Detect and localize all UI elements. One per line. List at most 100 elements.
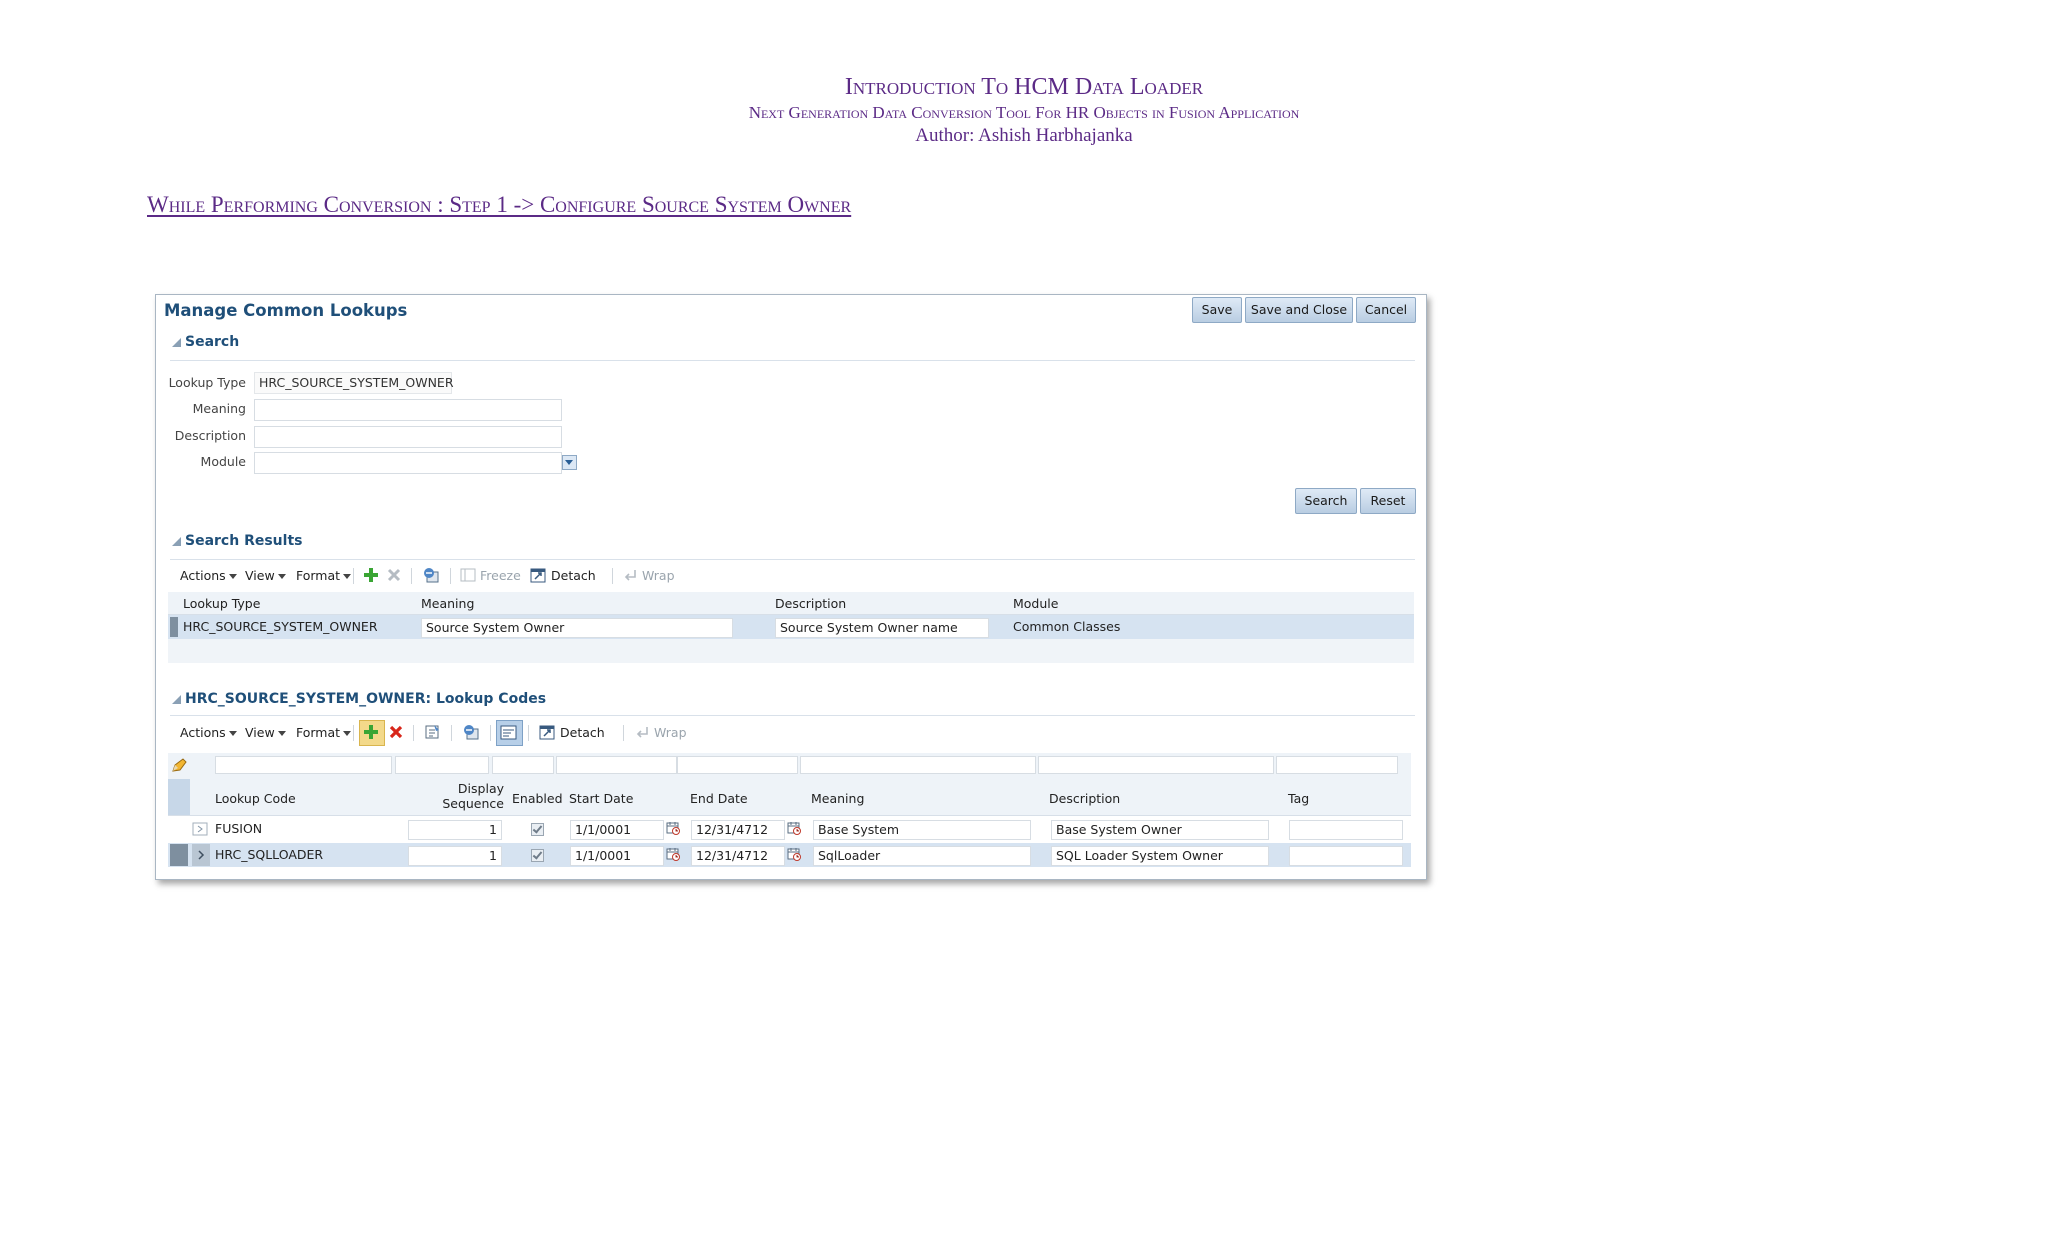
calendar-icon[interactable] bbox=[787, 821, 801, 835]
detach-button[interactable]: Detach bbox=[551, 568, 596, 583]
column-header-module[interactable]: Module bbox=[1013, 596, 1058, 611]
column-header-lookup-code[interactable]: Lookup Code bbox=[215, 791, 296, 806]
meaning-cell[interactable]: Base System bbox=[813, 820, 1031, 840]
meaning-cell[interactable]: Source System Owner bbox=[421, 618, 733, 638]
search-section-header[interactable]: Search bbox=[172, 334, 239, 350]
format-menu[interactable]: Format bbox=[296, 568, 352, 583]
save-button[interactable]: Save bbox=[1192, 297, 1242, 323]
filter-display-sequence[interactable] bbox=[395, 756, 489, 774]
view-menu[interactable]: View bbox=[245, 568, 286, 583]
toolbar-separator bbox=[528, 725, 529, 741]
filter-lookup-code[interactable] bbox=[215, 756, 392, 774]
filter-start-date[interactable] bbox=[556, 756, 677, 774]
filter-description[interactable] bbox=[1038, 756, 1274, 774]
column-header-description[interactable]: Description bbox=[1049, 791, 1120, 806]
search-results-section-header[interactable]: Search Results bbox=[172, 533, 302, 549]
meaning-cell[interactable]: SqlLoader bbox=[813, 846, 1031, 866]
calendar-icon[interactable] bbox=[666, 821, 680, 835]
delete-icon[interactable] bbox=[388, 724, 404, 740]
toolbar-separator bbox=[413, 725, 414, 741]
toolbar-separator bbox=[450, 568, 451, 584]
enabled-checkbox[interactable] bbox=[531, 823, 544, 836]
description-cell[interactable]: Base System Owner bbox=[1051, 820, 1269, 840]
description-label: Description bbox=[174, 428, 246, 443]
toolbar-separator bbox=[353, 568, 354, 584]
reset-button[interactable]: Reset bbox=[1360, 488, 1416, 514]
column-header-end-date[interactable]: End Date bbox=[690, 791, 748, 806]
description-input[interactable] bbox=[254, 426, 562, 448]
column-header-start-date[interactable]: Start Date bbox=[569, 791, 633, 806]
lookup-type-field[interactable]: HRC_SOURCE_SYSTEM_OWNER bbox=[254, 372, 454, 394]
filter-end-date[interactable] bbox=[677, 756, 798, 774]
lookup-codes-section-header[interactable]: HRC_SOURCE_SYSTEM_OWNER: Lookup Codes bbox=[172, 691, 546, 707]
manage-common-lookups-screenshot: Manage Common Lookups Save Save and Clos… bbox=[155, 294, 1427, 880]
calendar-icon[interactable] bbox=[666, 847, 680, 861]
tag-cell[interactable] bbox=[1289, 846, 1403, 866]
export-icon[interactable] bbox=[462, 723, 480, 741]
column-header-meaning[interactable]: Meaning bbox=[811, 791, 864, 806]
table-row[interactable]: HRC_SOURCE_SYSTEM_OWNER Source System Ow… bbox=[168, 615, 1414, 639]
freeze-button[interactable]: Freeze bbox=[480, 568, 521, 583]
meaning-input[interactable] bbox=[254, 399, 562, 421]
document-header: Introduction To HCM Data Loader Next Gen… bbox=[0, 72, 2048, 148]
enabled-checkbox[interactable] bbox=[531, 849, 544, 862]
column-header-lookup-type[interactable]: Lookup Type bbox=[183, 596, 260, 611]
search-button[interactable]: Search bbox=[1295, 488, 1357, 514]
column-header-tag[interactable]: Tag bbox=[1288, 791, 1309, 806]
row-header-column bbox=[168, 779, 190, 815]
view-menu[interactable]: View bbox=[245, 725, 286, 740]
table-row[interactable]: FUSION 1 1/1/0001 12/31/4712 Base System… bbox=[168, 817, 1411, 841]
wrap-icon bbox=[636, 727, 648, 738]
format-menu[interactable]: Format bbox=[296, 725, 352, 740]
calendar-icon[interactable] bbox=[787, 847, 801, 861]
collapse-triangle-icon bbox=[172, 695, 181, 704]
tag-cell[interactable] bbox=[1289, 820, 1403, 840]
end-date-cell[interactable]: 12/31/4712 bbox=[691, 820, 785, 840]
caret-down-icon bbox=[277, 731, 286, 736]
meaning-label: Meaning bbox=[192, 401, 246, 416]
description-cell[interactable]: SQL Loader System Owner bbox=[1051, 846, 1269, 866]
add-icon[interactable] bbox=[363, 724, 379, 740]
codes-toolbar: Actions View Format Detach Wrap bbox=[168, 719, 1414, 747]
delete-icon[interactable] bbox=[386, 567, 402, 583]
row-selector[interactable] bbox=[170, 617, 178, 637]
column-header-display-sequence[interactable]: Display Sequence bbox=[428, 781, 504, 811]
column-header-meaning[interactable]: Meaning bbox=[421, 596, 474, 611]
caret-down-icon bbox=[343, 574, 352, 579]
filter-meaning[interactable] bbox=[800, 756, 1036, 774]
table-row[interactable]: HRC_SQLLOADER 1 1/1/0001 12/31/4712 SqlL… bbox=[168, 843, 1411, 867]
column-header-description[interactable]: Description bbox=[775, 596, 846, 611]
display-sequence-cell[interactable]: 1 bbox=[408, 846, 502, 866]
expand-row-icon[interactable] bbox=[192, 822, 208, 836]
filter-enabled[interactable] bbox=[492, 756, 554, 774]
display-sequence-cell[interactable]: 1 bbox=[408, 820, 502, 840]
start-date-cell[interactable]: 1/1/0001 bbox=[570, 846, 664, 866]
module-dropdown-icon[interactable] bbox=[562, 455, 577, 470]
search-results-title: Search Results bbox=[185, 533, 303, 549]
wrap-button[interactable]: Wrap bbox=[654, 725, 687, 740]
actions-menu[interactable]: Actions bbox=[180, 725, 237, 740]
start-date-cell[interactable]: 1/1/0001 bbox=[570, 820, 664, 840]
actions-menu[interactable]: Actions bbox=[180, 568, 237, 583]
module-select[interactable] bbox=[254, 452, 562, 474]
toolbar-separator bbox=[411, 568, 412, 584]
pencil-icon[interactable] bbox=[170, 757, 188, 775]
save-and-close-button[interactable]: Save and Close bbox=[1245, 297, 1353, 323]
wrap-button[interactable]: Wrap bbox=[642, 568, 675, 583]
description-cell[interactable]: Source System Owner name bbox=[775, 618, 989, 638]
document-title: Introduction To HCM Data Loader bbox=[844, 74, 1204, 100]
chevron-right-icon[interactable] bbox=[196, 849, 206, 861]
detach-button[interactable]: Detach bbox=[560, 725, 605, 740]
wrap-icon bbox=[624, 570, 636, 581]
end-date-cell[interactable]: 12/31/4712 bbox=[691, 846, 785, 866]
column-header-enabled[interactable]: Enabled bbox=[512, 791, 563, 806]
divider bbox=[170, 715, 1415, 716]
cancel-button[interactable]: Cancel bbox=[1356, 297, 1416, 323]
filter-tag[interactable] bbox=[1276, 756, 1398, 774]
add-icon[interactable] bbox=[363, 567, 379, 583]
toolbar-separator bbox=[490, 725, 491, 741]
lookup-code-cell: FUSION bbox=[215, 821, 263, 836]
edit-record-icon[interactable] bbox=[424, 723, 441, 740]
export-icon[interactable] bbox=[422, 566, 440, 584]
row-selector[interactable] bbox=[170, 844, 188, 866]
